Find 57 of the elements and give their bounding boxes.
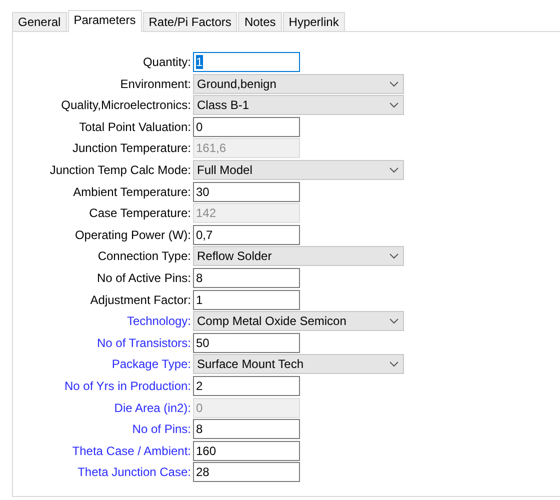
field-label: Junction Temp Calc Mode: [48, 162, 192, 177]
dropdown[interactable]: Surface Mount Tech [193, 354, 404, 374]
field-label: Package Type: [110, 357, 192, 372]
readonly-field: 142 [193, 203, 300, 224]
dropdown[interactable]: Class B-1 [193, 95, 404, 116]
field-label: Adjustment Factor: [89, 292, 192, 307]
field-label: Theta Case / Ambient: [71, 444, 192, 458]
caret-icon [389, 166, 399, 173]
input-field[interactable]: 1 [193, 290, 300, 310]
caret-icon [389, 253, 399, 260]
tab[interactable]: Parameters [68, 10, 142, 32]
dropdown-value: Surface Mount Tech [197, 357, 304, 372]
input-field[interactable]: 160 [193, 440, 300, 461]
field-label: No of Transistors: [96, 336, 192, 350]
field-label: Case Temperature: [88, 206, 192, 220]
input-field[interactable]: 8 [193, 419, 300, 440]
dropdown[interactable]: Reflow Solder [193, 246, 404, 266]
dropdown-value: Reflow Solder [197, 249, 272, 264]
dropdown[interactable]: Full Model [193, 160, 404, 180]
field-label: Die Area (in2): [113, 400, 192, 414]
field-label: Junction Temperature: [71, 141, 192, 156]
field-label: Total Point Valuation: [78, 120, 192, 134]
tab[interactable]: Hyperlink [282, 12, 345, 31]
field-label: Quantity: [142, 55, 192, 69]
field-label: Theta Junction Case: [76, 465, 192, 480]
input-field[interactable]: 8 [193, 268, 300, 288]
dropdown-value: Ground,benign [197, 76, 276, 91]
tab[interactable]: Notes [238, 12, 282, 31]
tab[interactable]: General [12, 12, 67, 31]
field-label: No of Pins: [131, 422, 192, 436]
readonly-field: 0 [193, 398, 300, 418]
input-field[interactable]: 30 [193, 182, 300, 202]
field-label: No of Active Pins: [96, 270, 192, 285]
input-field[interactable]: 0,7 [193, 224, 300, 245]
input-field[interactable]: 28 [193, 462, 300, 482]
caret-icon [389, 318, 399, 324]
input-field[interactable]: 1 [193, 52, 300, 72]
dropdown-value: Full Model [197, 162, 252, 177]
field-label: Operating Power (W): [74, 228, 192, 242]
input-field[interactable]: 50 [193, 332, 300, 353]
field-label: Quality,Microelectronics: [60, 98, 192, 112]
field-label: Technology: [126, 314, 192, 328]
dropdown-value: Class B-1 [197, 98, 250, 112]
dropdown[interactable]: Ground,benign [193, 74, 404, 94]
dropdown[interactable]: Comp Metal Oxide Semicon [193, 311, 404, 332]
dropdown-value: Comp Metal Oxide Semicon [197, 314, 346, 328]
caret-icon [389, 102, 399, 108]
field-label: No of Yrs in Production: [63, 378, 192, 393]
caret-icon [389, 80, 399, 87]
field-label: Environment: [119, 76, 192, 91]
tab[interactable]: Rate/Pi Factors [142, 12, 238, 31]
field-label: Ambient Temperature: [72, 184, 192, 199]
field-label: Connection Type: [96, 249, 192, 264]
readonly-field: 161,6 [193, 138, 300, 158]
input-field[interactable]: 0 [193, 116, 300, 137]
input-field[interactable]: 2 [193, 376, 300, 396]
caret-icon [389, 361, 399, 368]
